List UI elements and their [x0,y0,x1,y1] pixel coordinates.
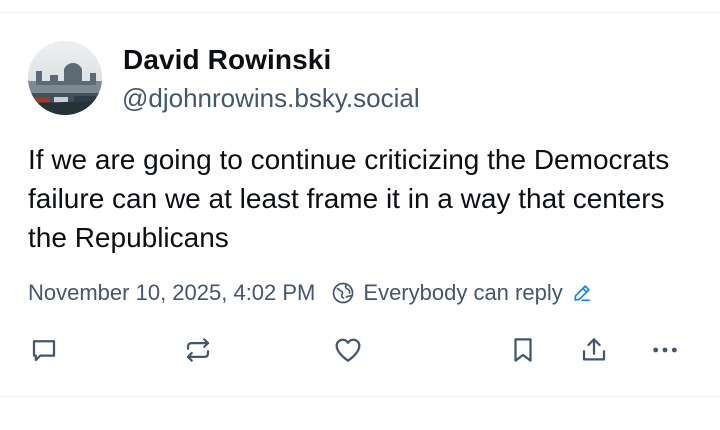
heart-icon [332,334,364,371]
globe-icon [331,281,355,305]
reply-icon [29,335,59,370]
author-name[interactable]: David Rowinski [123,44,331,76]
like-button[interactable] [330,334,366,370]
post-text: If we are going to continue criticizing … [28,144,670,253]
more-button[interactable] [647,334,683,370]
reply-setting[interactable]: Everybody can reply [331,280,592,306]
share-button[interactable] [576,334,612,370]
reply-button[interactable] [26,334,62,370]
reply-setting-label: Everybody can reply [363,280,563,305]
author-handle[interactable]: @djohnrowins.bsky.social [122,83,420,114]
bookmark-icon [508,335,538,370]
divider-top [0,12,720,13]
divider-bottom [0,396,720,397]
bookmark-button[interactable] [505,334,541,370]
more-icon [649,334,681,371]
pencil-icon[interactable] [571,282,593,304]
repost-button[interactable] [180,334,216,370]
post-meta: November 10, 2025, 4:02 PM Everybody can… [28,277,593,309]
avatar[interactable] [28,41,102,115]
repost-icon [183,335,213,370]
post-timestamp[interactable]: November 10, 2025, 4:02 PM [28,280,315,306]
share-icon [579,335,609,370]
